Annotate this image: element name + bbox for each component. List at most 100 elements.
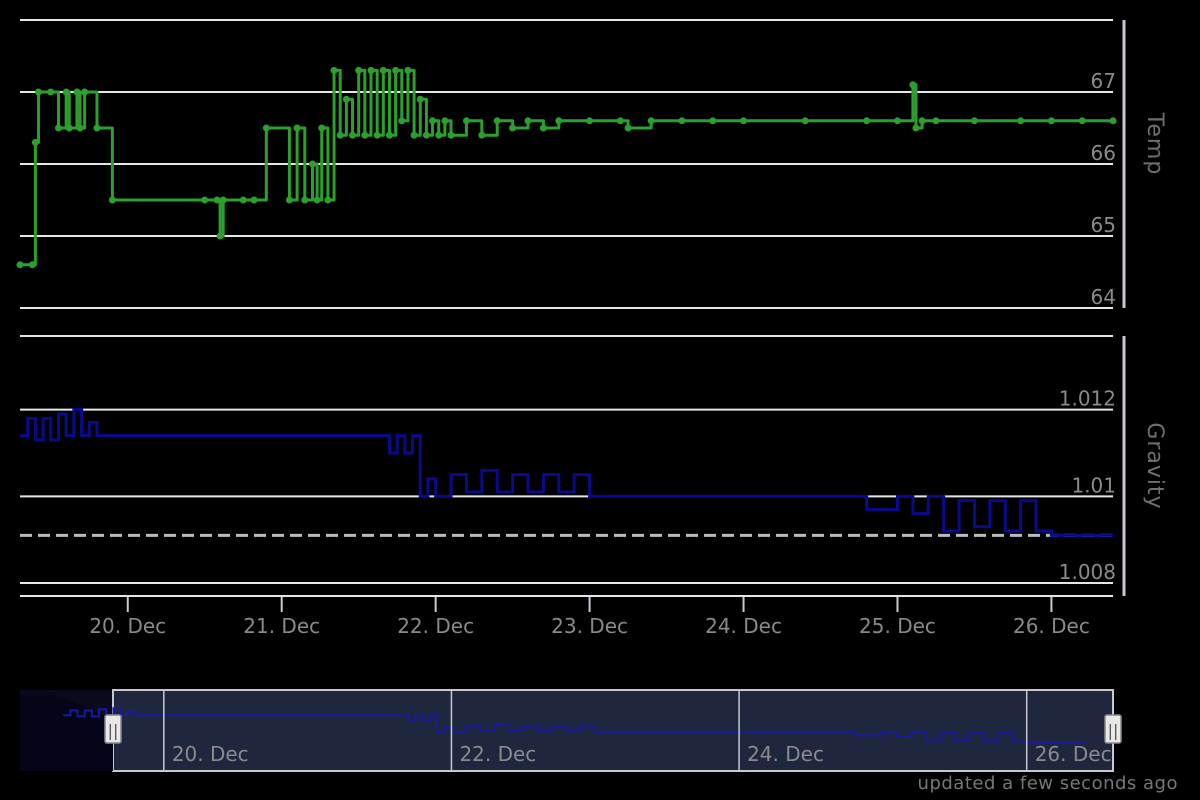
x-tick-label: 21. Dec	[243, 614, 320, 638]
x-tick-label: 22. Dec	[397, 614, 474, 638]
temp-point	[647, 117, 655, 125]
temp-point	[65, 124, 73, 132]
temp-point	[709, 117, 717, 125]
temp-point	[330, 66, 338, 74]
temp-point	[285, 196, 293, 204]
temp-point	[863, 117, 871, 125]
temp-point	[416, 95, 424, 103]
temp-point	[324, 196, 332, 204]
temp-point	[293, 124, 301, 132]
gravity-tick-label: 1.008	[1059, 560, 1116, 584]
temp-point	[586, 117, 594, 125]
navigator-selection	[112, 689, 1114, 772]
temp-point	[555, 117, 563, 125]
temp-point	[909, 81, 917, 89]
temp-point	[478, 131, 486, 139]
temp-tick-label: 65	[1091, 213, 1116, 237]
temp-point	[493, 117, 501, 125]
navigator-handle-label: ||	[108, 721, 119, 740]
temp-point	[219, 196, 227, 204]
temp-tick-label: 67	[1091, 69, 1116, 93]
temp-point	[16, 261, 24, 269]
temp-point	[216, 232, 224, 240]
temp-point	[313, 196, 321, 204]
temp-point	[1047, 117, 1055, 125]
temp-tick-label: 64	[1091, 285, 1116, 309]
temp-point	[47, 88, 55, 96]
temp-point	[624, 124, 632, 132]
brew-monitor-chart: 64 65 66 67 Temp 1.008 1.01 1.012 Gravity 20. D…	[16, 19, 1167, 772]
temp-point	[301, 196, 309, 204]
temp-point	[201, 196, 209, 204]
x-tick-label: 26. Dec	[1013, 614, 1090, 638]
gravity-axis-title: Gravity	[1142, 422, 1167, 509]
temp-point	[509, 124, 517, 132]
temp-point	[349, 131, 357, 139]
temp-point	[932, 117, 940, 125]
temp-point	[524, 117, 532, 125]
temp-point	[539, 124, 547, 132]
temp-point	[361, 131, 369, 139]
temp-point	[678, 117, 686, 125]
gravity-tick-label: 1.01	[1071, 473, 1116, 497]
temp-point	[213, 196, 221, 204]
gravity-tick-label: 1.012	[1059, 387, 1116, 411]
temp-point	[398, 117, 406, 125]
temp-point	[367, 66, 375, 74]
x-tick-label: 25. Dec	[859, 614, 936, 638]
temp-point	[262, 124, 270, 132]
temp-point	[81, 88, 89, 96]
temp-point	[76, 124, 84, 132]
navigator-left-handle[interactable]: ||	[104, 714, 122, 744]
temp-point	[93, 124, 101, 132]
temp-point	[616, 117, 624, 125]
navigator-tick-label: 20. Dec	[172, 742, 249, 766]
temp-point	[447, 131, 455, 139]
navigator-handle-label: ||	[1108, 721, 1119, 740]
temp-point	[355, 66, 363, 74]
temp-point	[392, 66, 400, 74]
range-navigator[interactable]: 20. Dec 22. Dec 24. Dec 26. Dec || ||	[20, 689, 1122, 772]
x-tick-label: 23. Dec	[551, 614, 628, 638]
temp-point	[73, 88, 81, 96]
last-updated-status: updated a few seconds ago	[917, 773, 1178, 794]
temp-point	[342, 95, 350, 103]
temp-point	[1017, 117, 1025, 125]
x-tick-label: 20. Dec	[89, 614, 166, 638]
temp-point	[801, 117, 809, 125]
temp-point	[318, 124, 326, 132]
navigator-tick-label: 26. Dec	[1035, 742, 1112, 766]
temp-panel: 64 65 66 67 Temp	[16, 19, 1167, 309]
x-axis: 20. Dec 21. Dec 22. Dec 23. Dec 24. Dec 25. D…	[89, 597, 1090, 638]
temp-point	[404, 66, 412, 74]
temp-axis-title: Temp	[1142, 112, 1167, 176]
navigator-tick-label: 24. Dec	[747, 742, 824, 766]
temp-point	[31, 138, 39, 146]
x-tick-label: 24. Dec	[705, 614, 782, 638]
temp-point	[108, 196, 116, 204]
temp-point	[28, 261, 36, 269]
gravity-series-line	[20, 408, 1113, 537]
temp-point	[239, 196, 247, 204]
temp-point	[740, 117, 748, 125]
navigator-tick-label: 22. Dec	[459, 742, 536, 766]
temp-point	[918, 117, 926, 125]
temp-point	[308, 160, 316, 168]
temp-point	[429, 117, 437, 125]
temp-point	[336, 131, 344, 139]
temp-tick-label: 66	[1091, 141, 1116, 165]
gravity-panel: 1.008 1.01 1.012 Gravity	[20, 335, 1167, 597]
temp-point	[462, 117, 470, 125]
temp-point	[435, 131, 443, 139]
temp-point	[1109, 117, 1117, 125]
navigator-right-handle[interactable]: ||	[1104, 714, 1122, 744]
temp-point	[62, 88, 70, 96]
temp-point	[385, 131, 393, 139]
temp-point	[34, 88, 42, 96]
temp-point	[441, 117, 449, 125]
temp-point	[250, 196, 258, 204]
temp-point	[422, 131, 430, 139]
temp-point	[893, 117, 901, 125]
temp-point	[1078, 117, 1086, 125]
temp-point	[54, 124, 62, 132]
